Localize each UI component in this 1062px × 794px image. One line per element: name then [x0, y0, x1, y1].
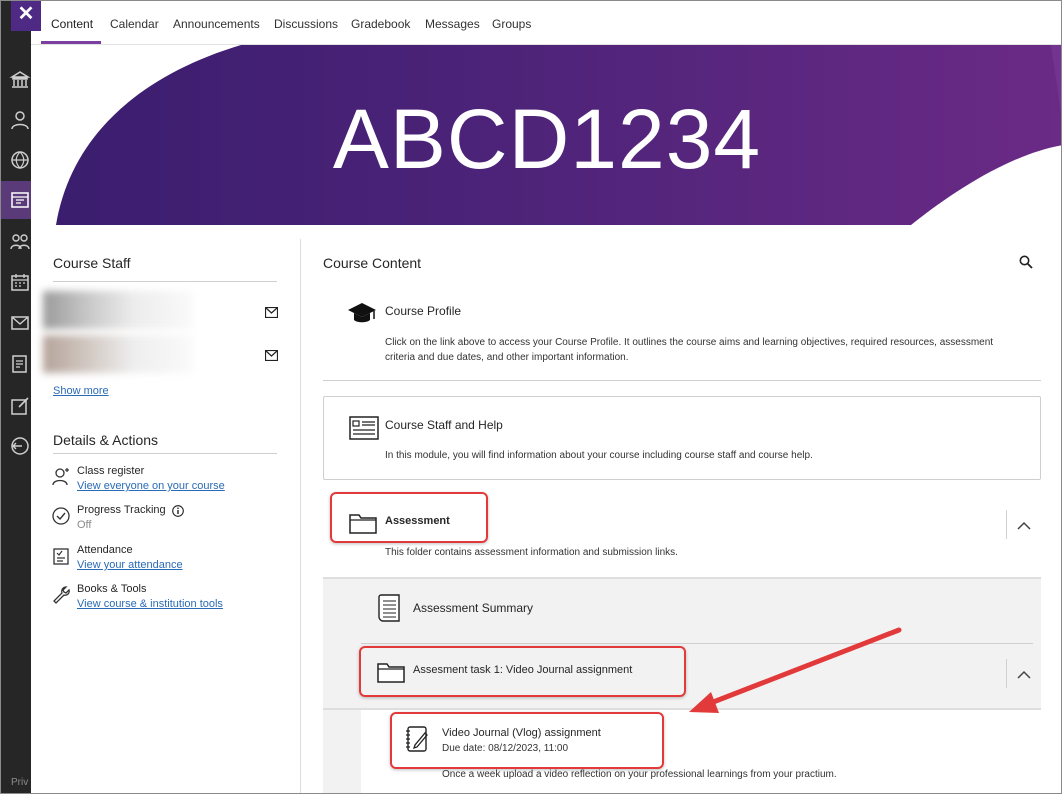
- sign-out-icon[interactable]: [9, 435, 31, 457]
- highlight-assessment: [330, 492, 488, 543]
- divider: [53, 453, 277, 454]
- wrench-icon: [53, 586, 70, 604]
- class-register-icon: [52, 468, 69, 486]
- course-staff-help-description: In this module, you will find informatio…: [385, 450, 813, 461]
- grades-icon[interactable]: [9, 353, 31, 375]
- organizations-icon[interactable]: [9, 231, 31, 253]
- divider: [1006, 659, 1007, 688]
- course-staff-help-title[interactable]: Course Staff and Help: [385, 418, 503, 432]
- tools-icon[interactable]: [9, 395, 31, 417]
- chevron-up-icon[interactable]: [1017, 521, 1031, 531]
- divider: [53, 281, 277, 282]
- class-register-item: Class register View everyone on your cou…: [51, 465, 296, 501]
- assessment-summary-title[interactable]: Assessment Summary: [413, 601, 533, 615]
- class-register-label: Class register: [77, 465, 145, 477]
- privacy-link[interactable]: Priv: [11, 777, 28, 788]
- tab-messages[interactable]: Messages: [425, 17, 480, 31]
- mail-icon[interactable]: [265, 307, 278, 318]
- divider: [1006, 510, 1007, 539]
- courses-icon[interactable]: [9, 189, 31, 211]
- tab-groups[interactable]: Groups: [492, 17, 531, 31]
- divider: [323, 577, 1041, 579]
- course-staff-help-card[interactable]: Course Staff and Help In this module, yo…: [323, 396, 1041, 480]
- tab-calendar[interactable]: Calendar: [110, 17, 159, 31]
- globe-icon[interactable]: [9, 149, 31, 171]
- active-tab-underline: [41, 41, 101, 44]
- tab-discussions[interactable]: Discussions: [274, 17, 338, 31]
- document-scroll-icon: [378, 594, 400, 622]
- course-profile-title[interactable]: Course Profile: [385, 304, 461, 318]
- staff-member-1[interactable]: [43, 291, 193, 329]
- assessment-description: This folder contains assessment informat…: [385, 547, 678, 558]
- details-actions-heading: Details & Actions: [53, 432, 159, 448]
- tab-content[interactable]: Content: [51, 17, 93, 31]
- course-content-panel: Course Content Course Profile Click on t…: [301, 239, 1061, 793]
- course-sidebar: Course Staff Show more Details & Actions…: [31, 239, 301, 793]
- staff-member-2[interactable]: [43, 335, 193, 373]
- progress-tracking-item: Progress Tracking Off: [51, 504, 296, 540]
- show-more-link[interactable]: Show more: [53, 385, 109, 397]
- tab-gradebook[interactable]: Gradebook: [351, 17, 410, 31]
- profile-icon[interactable]: [9, 109, 31, 131]
- attendance-label: Attendance: [77, 544, 133, 556]
- left-navigation: Priv: [1, 1, 31, 793]
- attendance-icon: [53, 548, 69, 565]
- chevron-up-icon[interactable]: [1017, 670, 1031, 680]
- mail-icon[interactable]: [265, 350, 278, 361]
- graduation-cap-icon: [348, 303, 376, 323]
- course-title: ABCD1234: [332, 92, 762, 186]
- search-icon[interactable]: [1019, 255, 1033, 269]
- view-tools-link[interactable]: View course & institution tools: [77, 598, 223, 610]
- attendance-item: Attendance View your attendance: [51, 544, 296, 580]
- books-tools-label: Books & Tools: [77, 583, 147, 595]
- tab-announcements[interactable]: Announcements: [173, 17, 260, 31]
- close-button[interactable]: ✕: [11, 1, 41, 31]
- divider: [323, 380, 1041, 381]
- video-journal-description: Once a week upload a video reflection on…: [442, 769, 837, 780]
- messages-icon[interactable]: [9, 311, 31, 333]
- info-icon[interactable]: [172, 505, 184, 517]
- progress-check-icon: [52, 507, 70, 525]
- course-banner: ABCD1234: [31, 45, 1061, 225]
- view-attendance-link[interactable]: View your attendance: [77, 559, 183, 571]
- document-list-icon: [349, 416, 379, 440]
- books-tools-item: Books & Tools View course & institution …: [51, 583, 296, 619]
- annotation-arrow: [689, 627, 902, 713]
- course-staff-heading: Course Staff: [53, 255, 131, 271]
- progress-tracking-label: Progress Tracking: [77, 504, 166, 516]
- highlight-video-journal: [390, 712, 664, 769]
- app-window: Priv ✕ Content Calendar Announcements Di…: [0, 0, 1062, 794]
- institution-icon[interactable]: [9, 69, 31, 91]
- view-everyone-link[interactable]: View everyone on your course: [77, 480, 225, 492]
- calendar-icon[interactable]: [9, 271, 31, 293]
- course-content-heading: Course Content: [323, 255, 422, 271]
- course-tabs: Content Calendar Announcements Discussio…: [31, 1, 1061, 45]
- progress-tracking-status: Off: [77, 519, 92, 531]
- course-profile-description: Click on the link above to access your C…: [385, 337, 994, 363]
- highlight-assessment-task: [359, 646, 686, 697]
